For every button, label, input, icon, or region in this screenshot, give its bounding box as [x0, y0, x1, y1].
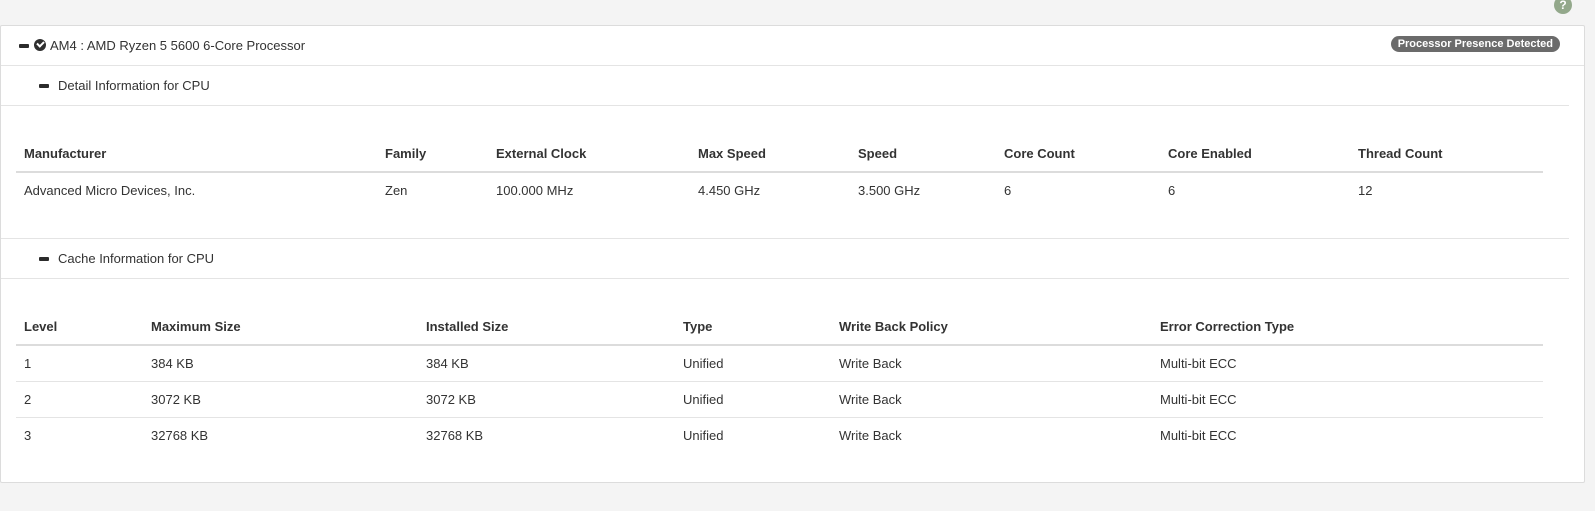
table-row: 1 384 KB 384 KB Unified Write Back Multi…: [16, 345, 1543, 382]
maximum-size-cell: 3072 KB: [143, 381, 418, 418]
write-back-policy-cell: Write Back: [839, 427, 902, 443]
maximum-size-cell: 32768 KB: [151, 427, 209, 443]
level-cell: 2: [16, 381, 143, 418]
cpu-detail-table: Manufacturer Family External Clock Max S…: [16, 136, 1543, 208]
column-header: Thread Count: [1350, 136, 1543, 173]
column-header: Error Correction Type: [1152, 309, 1543, 346]
collapse-detail-icon[interactable]: [39, 84, 49, 88]
level-cell: 1: [16, 345, 143, 382]
column-header: Core Enabled: [1160, 136, 1350, 173]
installed-size-cell: 384 KB: [418, 345, 675, 382]
status-badge: Processor Presence Detected: [1390, 36, 1560, 52]
installed-size-cell: 32768 KB: [426, 427, 484, 443]
cache-section-title: Cache Information for CPU: [58, 251, 215, 266]
error-correction-cell: Multi-bit ECC: [1160, 427, 1237, 443]
processor-header[interactable]: AM4 : AMD Ryzen 5 5600 6-Core Processor …: [1, 26, 1584, 66]
column-header: Installed Size: [418, 309, 675, 346]
type-cell: Unified: [683, 427, 724, 443]
table-row: 2 3072 KB 3072 KB Unified Write Back Mul…: [16, 381, 1543, 418]
collapse-processor-icon[interactable]: [19, 44, 29, 48]
column-header: Type: [675, 309, 831, 346]
column-header: Max Speed: [690, 136, 850, 173]
table-row: Advanced Micro Devices, Inc. Zen 100.000…: [16, 172, 1543, 208]
processor-panel: AM4 : AMD Ryzen 5 5600 6-Core Processor …: [0, 25, 1585, 483]
column-header: Write Back Policy: [831, 309, 1152, 346]
family-cell: Zen: [385, 183, 408, 198]
write-back-policy-cell: Write Back: [831, 345, 1152, 382]
type-cell: Unified: [675, 381, 831, 418]
installed-size-cell: 3072 KB: [418, 381, 675, 418]
column-header: Core Count: [996, 136, 1160, 173]
table-row: 3 32768 KB 32768 KB Unified Write Back M…: [16, 417, 1543, 453]
detail-section-title: Detail Information for CPU: [58, 78, 210, 93]
error-correction-cell: Multi-bit ECC: [1152, 381, 1543, 418]
column-header: Speed: [850, 136, 996, 173]
cache-header-row: Level Maximum Size Installed Size Type W…: [16, 309, 1543, 346]
column-header: Maximum Size: [143, 309, 418, 346]
speed-cell: 3.500 GHz: [858, 183, 921, 198]
max-speed-cell: 4.450 GHz: [698, 183, 761, 198]
level-cell: 3: [24, 427, 32, 443]
type-cell: Unified: [675, 345, 831, 382]
column-header: External Clock: [488, 136, 690, 173]
write-back-policy-cell: Write Back: [831, 381, 1152, 418]
core-count-cell: 6: [1004, 183, 1012, 198]
processor-title: AM4 : AMD Ryzen 5 5600 6-Core Processor: [50, 38, 306, 53]
maximum-size-cell: 384 KB: [143, 345, 418, 382]
cpu-cache-table: Level Maximum Size Installed Size Type W…: [16, 309, 1543, 453]
manufacturer-cell: Advanced Micro Devices, Inc.: [24, 183, 196, 198]
error-correction-cell: Multi-bit ECC: [1152, 345, 1543, 382]
check-circle-icon: [34, 39, 46, 51]
help-icon[interactable]: ?: [1554, 0, 1572, 14]
core-enabled-cell: 6: [1168, 183, 1176, 198]
collapse-cache-icon[interactable]: [39, 257, 49, 261]
column-header: Family: [377, 136, 488, 173]
column-header: Level: [16, 309, 143, 346]
external-clock-cell: 100.000 MHz: [496, 183, 574, 198]
thread-count-cell: 12: [1358, 183, 1373, 198]
column-header: Manufacturer: [16, 136, 377, 173]
detail-section-header[interactable]: Detail Information for CPU: [1, 66, 1569, 106]
detail-header-row: Manufacturer Family External Clock Max S…: [16, 136, 1543, 173]
cache-section-header[interactable]: Cache Information for CPU: [1, 239, 1569, 279]
